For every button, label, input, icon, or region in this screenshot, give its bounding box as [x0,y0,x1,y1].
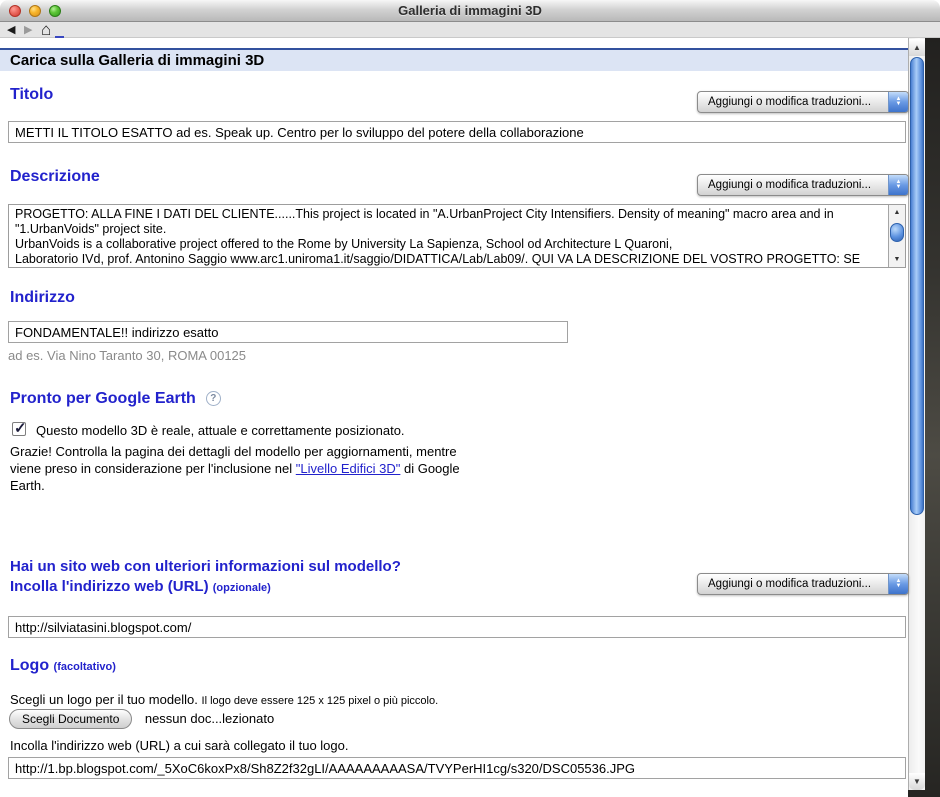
section-heading-google-earth: Pronto per Google Earth? [10,390,221,408]
dropdown-label: Aggiungi o modifica traduzioni... [698,574,908,594]
optional-label: (facoltativo) [54,661,116,673]
translations-dropdown-titolo[interactable]: Aggiungi o modifica traduzioni... ▲▼ [697,91,909,113]
website-heading-line2: Incolla l'indirizzo web (URL) (opzionale… [10,578,271,595]
back-icon[interactable]: ◀ [7,22,15,38]
logo-url-input[interactable] [8,757,906,779]
logo-size-hint: Il logo deve essere 125 x 125 pixel o pi… [202,695,439,707]
website-heading-line1: Hai un sito web con ulteriori informazio… [10,558,401,575]
browser-toolbar: ◀ ▶ ⌂ [0,22,940,38]
optional-label: (opzionale) [213,582,271,594]
address-hint: ad es. Via Nino Taranto 30, ROMA 00125 [8,348,246,363]
logo-choose-line: Scegli un logo per il tuo modello. Il lo… [10,692,438,707]
logo-file-row: Scegli Documento nessun doc...lezionato [9,709,274,729]
description-scrollbar[interactable]: ▲ ▼ [888,205,905,267]
translations-dropdown-website[interactable]: Aggiungi o modifica traduzioni... ▲▼ [697,573,909,595]
dropdown-label: Aggiungi o modifica traduzioni... [698,175,908,195]
description-textarea[interactable]: PROGETTO: ALLA FINE I DATI DEL CLIENTE..… [9,205,905,267]
google-earth-note: Grazie! Controlla la pagina dei dettagli… [10,443,484,494]
description-field-frame: PROGETTO: ALLA FINE I DATI DEL CLIENTE..… [8,204,906,268]
dropdown-label: Aggiungi o modifica traduzioni... [698,92,908,112]
page-title: Carica sulla Galleria di immagini 3D [0,48,908,71]
address-input[interactable] [8,321,568,343]
google-earth-checkbox[interactable]: ✓ [12,422,26,436]
scroll-down-icon[interactable]: ▼ [909,773,925,790]
window-title: Galleria di immagini 3D [0,3,940,18]
choose-file-button[interactable]: Scegli Documento [9,709,132,729]
window-titlebar: Galleria di immagini 3D [0,0,940,22]
title-input[interactable] [8,121,906,143]
scrollbar-thumb[interactable] [910,57,924,515]
section-heading-indirizzo: Indirizzo [10,289,75,307]
scroll-up-icon[interactable]: ▲ [909,39,925,56]
dropdown-stepper-icon: ▲▼ [888,574,908,594]
dropdown-stepper-icon: ▲▼ [888,175,908,195]
home-icon[interactable]: ⌂ [41,20,51,39]
buildings-layer-link[interactable]: "Livello Edifici 3D" [296,461,401,476]
forward-icon[interactable]: ▶ [24,22,32,38]
google-earth-checkbox-label: Questo modello 3D è reale, attuale e cor… [36,423,405,438]
section-heading-descrizione: Descrizione [10,168,100,186]
scroll-down-icon[interactable]: ▼ [889,253,905,266]
website-url-input[interactable] [8,616,906,638]
help-icon[interactable]: ? [206,391,221,406]
section-heading-titolo: Titolo [10,86,53,104]
logo-url-label: Incolla l'indirizzo web (URL) a cui sarà… [10,738,348,753]
translations-dropdown-descrizione[interactable]: Aggiungi o modifica traduzioni... ▲▼ [697,174,909,196]
scroll-up-icon[interactable]: ▲ [889,206,905,219]
scrollbar-thumb[interactable] [890,223,904,242]
section-heading-logo: Logo (facoltativo) [10,657,116,675]
checkmark-icon: ✓ [14,419,27,437]
dropdown-stepper-icon: ▲▼ [888,92,908,112]
page-content: Carica sulla Galleria di immagini 3D Tit… [0,38,908,797]
no-file-selected-text: nessun doc...lezionato [145,711,274,726]
page-scrollbar[interactable]: ▲ ▼ [908,38,925,790]
desktop-background-strip [925,38,940,797]
window-corner [908,790,925,797]
